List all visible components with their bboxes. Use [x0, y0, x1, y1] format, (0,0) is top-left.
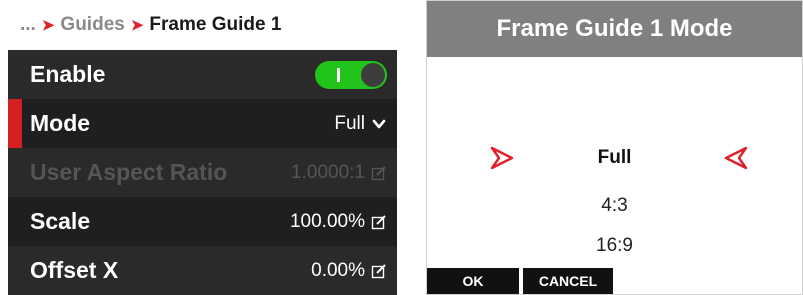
breadcrumb: ... ➤ Guides ➤ Frame Guide 1: [8, 0, 397, 50]
toggle-on-indicator: [337, 67, 340, 82]
menu-row-mode[interactable]: Mode Full: [8, 99, 397, 148]
selected-row-marker: [8, 99, 22, 148]
cancel-button[interactable]: CANCEL: [523, 268, 613, 294]
toggle-knob: [361, 62, 385, 87]
menu-row-offset-x[interactable]: Offset X 0.00%: [8, 246, 397, 295]
enable-toggle[interactable]: [315, 60, 387, 89]
menu-row-enable[interactable]: Enable: [8, 50, 397, 99]
mode-value[interactable]: Full: [334, 113, 387, 135]
edit-icon: [371, 165, 386, 180]
breadcrumb-separator-icon: ➤: [41, 17, 55, 34]
breadcrumb-current: Frame Guide 1: [149, 14, 282, 35]
menu-row-scale[interactable]: Scale 100.00%: [8, 197, 397, 246]
mode-option-4-3[interactable]: 4:3: [427, 195, 802, 217]
mode-picker-dialog: Frame Guide 1 Mode Full 4:3 16:9 OK CANC…: [426, 0, 803, 295]
menu-row-label: Offset X: [30, 257, 119, 283]
edit-icon: [371, 263, 386, 278]
edit-icon: [371, 214, 386, 229]
dialog-title: Frame Guide 1 Mode: [427, 1, 802, 57]
user-aspect-ratio-value: 1.0000:1: [291, 162, 387, 184]
scale-value[interactable]: 100.00%: [290, 211, 387, 233]
mode-value-text: Full: [334, 112, 365, 134]
menu-row-user-aspect-ratio: User Aspect Ratio 1.0000:1: [8, 148, 397, 197]
chevron-down-icon: [372, 119, 386, 128]
breadcrumb-guides-link[interactable]: Guides: [60, 14, 124, 36]
ok-button[interactable]: OK: [427, 268, 519, 294]
breadcrumb-ellipsis[interactable]: ...: [20, 14, 36, 36]
user-aspect-ratio-text: 1.0000:1: [291, 161, 365, 183]
menu-row-label: Enable: [30, 61, 106, 87]
settings-menu-panel: ... ➤ Guides ➤ Frame Guide 1 Enable Mode…: [8, 0, 397, 295]
scale-value-text: 100.00%: [289, 210, 365, 232]
offset-x-value[interactable]: 0.00%: [311, 260, 387, 282]
menu-row-label: User Aspect Ratio: [30, 159, 228, 185]
arrow-left-icon[interactable]: [723, 145, 749, 171]
menu-row-label: Mode: [30, 110, 91, 136]
offset-x-value-text: 0.00%: [311, 259, 365, 281]
breadcrumb-separator-icon: ➤: [130, 17, 144, 34]
dialog-button-bar: OK CANCEL: [427, 268, 613, 294]
mode-option-16-9[interactable]: 16:9: [427, 235, 802, 257]
menu-row-label: Scale: [30, 208, 91, 234]
